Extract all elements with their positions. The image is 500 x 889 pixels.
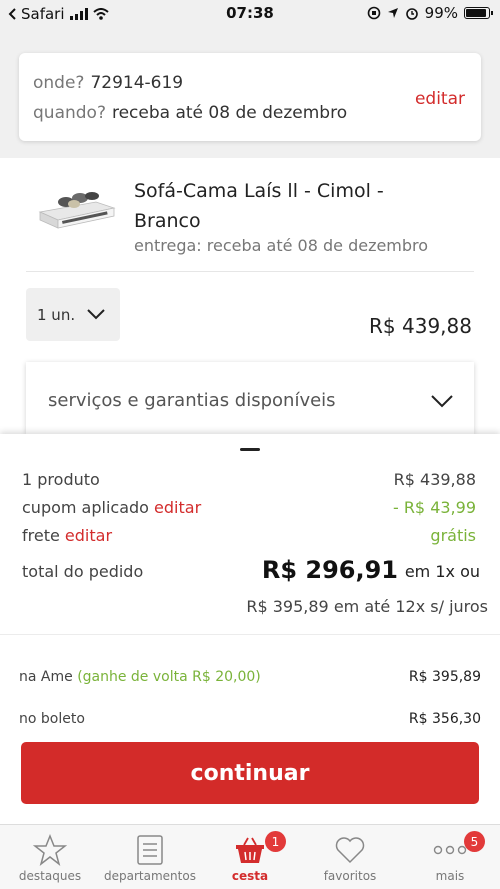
location-card[interactable]: onde? 72914-619 quando? receba até 08 de d… — [19, 53, 481, 141]
shipping-label-wrap: frete editar — [22, 526, 112, 545]
tab-destaques[interactable]: destaques — [0, 831, 100, 883]
coupon-value: - R$ 43,99 — [392, 498, 476, 517]
coupon-label: cupom aplicado — [22, 498, 149, 517]
products-label: 1 produto — [22, 470, 100, 489]
tab-icon-wrap — [100, 831, 200, 869]
chevron-down-icon — [87, 309, 105, 320]
status-right: 99% — [367, 4, 493, 22]
product-title[interactable]: Sofá-Cama Laís ll - Cimol - Branco — [134, 176, 434, 236]
order-summary: 1 produto R$ 439,88 cupom aplicado edita… — [0, 434, 500, 634]
services-label: serviços e garantias disponíveis — [48, 390, 336, 411]
total-label: total do pedido — [22, 562, 144, 581]
shipping-value: grátis — [430, 526, 476, 545]
ame-cashback: (ganhe de volta R$ 20,00) — [77, 669, 261, 685]
payment-options: na Ame (ganhe de volta R$ 20,00) R$ 395,… — [0, 634, 500, 824]
total-note: em 1x ou — [404, 562, 480, 581]
tab-icon-wrap: 5 — [400, 831, 500, 869]
services-dropdown[interactable]: serviços e garantias disponíveis — [26, 362, 474, 434]
product-price: R$ 439,88 — [369, 314, 472, 338]
shipping-label: frete — [22, 526, 60, 545]
cart-badge: 1 — [265, 831, 286, 852]
tab-label: departamentos — [104, 869, 196, 883]
star-icon — [33, 834, 67, 866]
tab-label: mais — [435, 869, 465, 883]
boleto-value: R$ 356,30 — [408, 711, 481, 727]
quantity-value: 1 un. — [37, 305, 76, 324]
battery-icon — [464, 7, 493, 19]
product-image[interactable] — [36, 184, 116, 232]
battery-percent: 99% — [424, 4, 458, 22]
tab-bar: destaques departamentos 1 cesta favorito… — [0, 824, 500, 889]
products-value: R$ 439,88 — [393, 470, 476, 489]
rotation-lock-icon — [367, 6, 380, 20]
heart-icon — [335, 837, 365, 864]
total-value: R$ 296,91 — [261, 556, 398, 584]
more-icon — [433, 845, 467, 855]
coupon-label-wrap: cupom aplicado editar — [22, 498, 201, 517]
when-value: receba até 08 de dezembro — [111, 103, 348, 123]
status-bar: Safari 07:38 99% — [0, 0, 500, 28]
where-row: onde? 72914-619 — [33, 73, 183, 93]
continue-button[interactable]: continuar — [21, 742, 479, 804]
tab-departamentos[interactable]: departamentos — [100, 831, 200, 883]
tab-favoritos[interactable]: favoritos — [300, 831, 400, 883]
ame-label: na Ame — [19, 669, 73, 685]
tab-label: destaques — [18, 869, 82, 883]
tab-icon-wrap: 1 — [200, 831, 300, 869]
list-icon — [137, 835, 163, 865]
installments-text: R$ 395,89 em até 12x s/ juros — [246, 597, 488, 616]
alarm-icon — [405, 8, 418, 20]
ame-value: R$ 395,89 — [408, 669, 481, 685]
when-row: quando? receba até 08 de dezembro — [33, 103, 347, 123]
tab-label: cesta — [231, 869, 269, 883]
coupon-edit-link[interactable]: editar — [154, 498, 201, 517]
location-section: onde? 72914-619 quando? receba até 08 de d… — [0, 28, 500, 158]
quantity-select[interactable]: 1 un. — [26, 288, 120, 341]
chevron-down-icon — [431, 395, 453, 408]
tab-mais[interactable]: 5 mais — [400, 831, 500, 883]
where-value: 72914-619 — [90, 73, 184, 93]
tab-icon-wrap — [0, 831, 100, 869]
boleto-row: no boleto R$ 356,30 — [19, 711, 481, 727]
boleto-label: no boleto — [19, 711, 85, 727]
location-edit-link[interactable]: editar — [415, 89, 465, 109]
product-section: Sofá-Cama Laís ll - Cimol - Branco entre… — [0, 158, 500, 434]
tab-icon-wrap — [300, 831, 400, 869]
where-label: onde? — [33, 73, 85, 93]
divider — [26, 271, 474, 272]
when-label: quando? — [33, 103, 106, 123]
ame-row: na Ame (ganhe de volta R$ 20,00) R$ 395,… — [19, 669, 481, 685]
basket-icon — [236, 837, 264, 863]
more-badge: 5 — [464, 831, 485, 852]
location-icon — [387, 8, 398, 18]
product-delivery: entrega: receba até 08 de dezembro — [134, 236, 429, 255]
sheet-handle[interactable] — [240, 448, 260, 451]
tab-label: favoritos — [323, 869, 377, 883]
shipping-edit-link[interactable]: editar — [65, 526, 112, 545]
tab-cesta[interactable]: 1 cesta — [200, 831, 300, 883]
